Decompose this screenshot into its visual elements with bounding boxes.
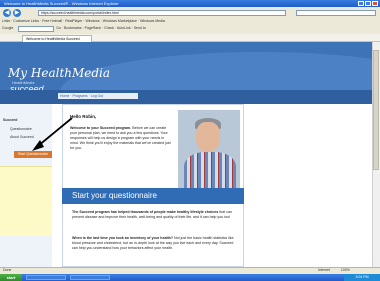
site-nav-strip xyxy=(0,90,372,104)
photo-face xyxy=(196,122,220,152)
sidebar-highlight xyxy=(0,166,52,236)
paragraph-benefits-lead: The Succeed program has helped thousands… xyxy=(72,210,219,214)
window-controls xyxy=(358,1,378,6)
maximize-button[interactable] xyxy=(365,1,371,6)
links-toolbar[interactable]: Links · Customize Links · Free Hotmail ·… xyxy=(2,19,378,25)
paragraph-inventory: When is the last time you took an invent… xyxy=(72,236,240,251)
start-questionnaire-button[interactable]: Start Questionnaire xyxy=(14,151,52,158)
minimize-button[interactable] xyxy=(358,1,364,6)
google-toolbar: Google Go · Bookmarks · PageRank · Check… xyxy=(2,26,378,33)
paragraph-benefits: The Succeed program has helped thousands… xyxy=(72,210,240,220)
sidebar-item-about[interactable]: About Succeed xyxy=(10,135,34,139)
google-tools[interactable]: Go · Bookmarks · PageRank · Check · Auto… xyxy=(56,26,145,30)
photo-shirt xyxy=(184,152,236,188)
start-heading: Start your questionnaire xyxy=(72,191,157,200)
paragraph-inventory-lead: When is the last time you took an invent… xyxy=(72,236,174,240)
taskbar-item[interactable] xyxy=(70,275,110,280)
close-button[interactable] xyxy=(372,1,378,6)
window-title: Welcome to HealthMedia Succeed® - Window… xyxy=(4,1,119,6)
site-logo[interactable]: My HealthMedia xyxy=(8,66,110,80)
window-title-bar: Welcome to HealthMedia Succeed® - Window… xyxy=(0,0,380,7)
status-text: Done xyxy=(3,268,12,272)
sidebar-item-questionnaire[interactable]: Questionnaire xyxy=(10,127,32,131)
forward-button[interactable]: ▶ xyxy=(13,9,21,17)
security-zone: Internet xyxy=(318,268,330,272)
google-label: Google xyxy=(2,26,14,30)
back-button[interactable]: ◀ xyxy=(3,9,11,17)
system-clock: 3:04 PM xyxy=(344,274,380,281)
zoom-level[interactable]: 100% xyxy=(341,268,350,272)
site-nav-links[interactable]: Home · Programs · Log Out xyxy=(58,93,138,99)
google-search-input[interactable] xyxy=(18,26,54,32)
greeting: Hello Robin, xyxy=(70,114,97,119)
address-bar[interactable]: https://succeed.healthmedia.com/portal/i… xyxy=(38,10,286,16)
sidebar-section-title[interactable]: Succeed xyxy=(3,118,17,122)
taskbar-item[interactable] xyxy=(26,275,66,280)
status-zone: Internet 100% xyxy=(318,268,350,272)
intro-text: Welcome to your Succeed program. Before … xyxy=(70,126,172,151)
tab-welcome[interactable]: Welcome to HealthMedia Succeed xyxy=(22,35,92,42)
start-button[interactable]: start xyxy=(0,274,22,281)
search-box[interactable] xyxy=(296,10,376,16)
intro-heading: Welcome to your Succeed program. xyxy=(70,126,132,130)
scrollbar-thumb[interactable] xyxy=(373,50,379,170)
